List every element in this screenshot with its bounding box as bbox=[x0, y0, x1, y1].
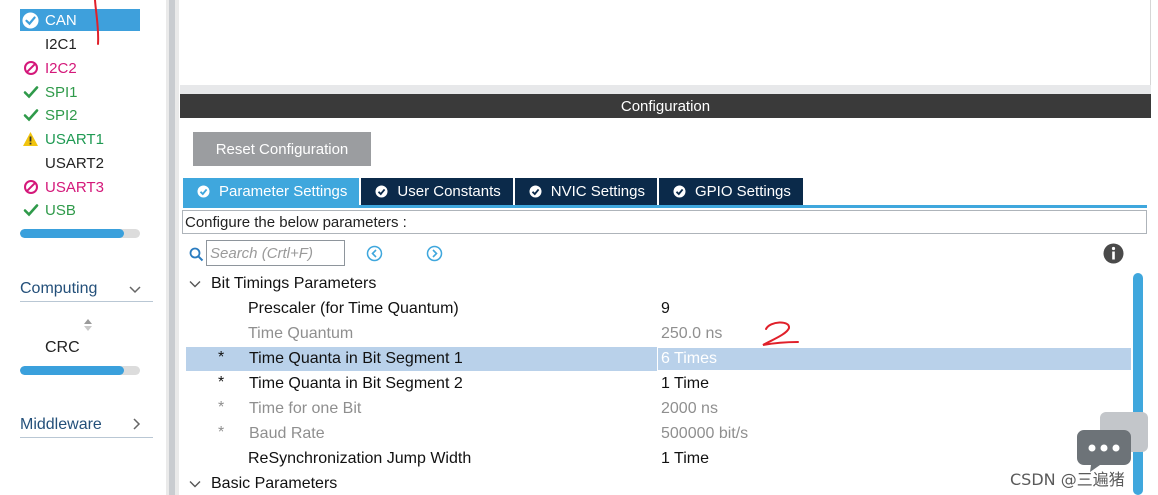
param-value[interactable]: 1 Time bbox=[661, 375, 709, 393]
category-label: Middleware bbox=[20, 415, 102, 433]
param-editable-mark: * bbox=[218, 349, 225, 366]
param-row-baud-rate[interactable]: * Baud Rate 500000 bit/s bbox=[186, 422, 1132, 446]
param-value: 250.0 ns bbox=[661, 325, 723, 342]
param-value-cell[interactable] bbox=[657, 347, 1132, 371]
sidebar-item-label: USART3 bbox=[45, 178, 104, 196]
mode-panel bbox=[180, 0, 1151, 85]
configuration-header: Configuration bbox=[180, 94, 1151, 118]
group-basic-parameters[interactable]: Basic Parameters bbox=[189, 473, 337, 495]
computing-scrollbar[interactable] bbox=[20, 366, 140, 375]
group-label: Basic Parameters bbox=[211, 475, 338, 492]
param-row-prescaler[interactable]: Prescaler (for Time Quantum) 9 bbox=[186, 297, 1132, 321]
check-circle-icon bbox=[529, 185, 542, 198]
tab-label: NVIC Settings bbox=[550, 183, 645, 200]
sidebar-item-label: USB bbox=[45, 201, 76, 219]
search-icon bbox=[189, 247, 204, 262]
param-value: 2000 ns bbox=[661, 400, 718, 417]
param-name: Time Quantum bbox=[248, 325, 354, 342]
sidebar-item-label: I2C1 bbox=[45, 35, 77, 53]
chevron-down-icon bbox=[189, 481, 201, 488]
group-label: Bit Timings Parameters bbox=[211, 275, 377, 292]
scrollbar-thumb[interactable] bbox=[20, 229, 125, 238]
warning-icon bbox=[22, 131, 39, 148]
sidebar-item-label: USART1 bbox=[45, 130, 104, 148]
connectivity-scrollbar[interactable] bbox=[20, 229, 140, 238]
category-label: Computing bbox=[20, 279, 98, 297]
tab-underline bbox=[183, 205, 1147, 208]
param-name: Prescaler (for Time Quantum) bbox=[248, 300, 459, 317]
param-row-time-quantum[interactable]: Time Quantum 250.0 ns bbox=[186, 322, 1132, 346]
tab-label: GPIO Settings bbox=[695, 183, 791, 200]
chevron-down-icon bbox=[129, 281, 141, 297]
pane-splitter[interactable] bbox=[166, 0, 179, 495]
search-previous-icon[interactable] bbox=[366, 245, 383, 262]
param-editable-mark: * bbox=[218, 374, 225, 391]
sidebar-item-can[interactable]: CAN bbox=[20, 9, 140, 31]
sidebar-item-i2c1[interactable]: I2C1 bbox=[20, 33, 140, 55]
annotation-mark-2 bbox=[762, 321, 799, 346]
sort-arrows-icon[interactable] bbox=[82, 318, 94, 332]
scrollbar-thumb[interactable] bbox=[20, 366, 125, 375]
search-next-icon[interactable] bbox=[426, 245, 443, 262]
param-value[interactable]: 6 Times bbox=[661, 350, 717, 368]
tab-nvic-settings[interactable]: NVIC Settings bbox=[514, 178, 657, 205]
param-editable-mark: * bbox=[218, 399, 225, 416]
param-editable-mark: * bbox=[218, 424, 225, 441]
check-circle-icon bbox=[197, 185, 210, 198]
check-circle-icon bbox=[673, 185, 686, 198]
category-middleware[interactable]: Middleware bbox=[20, 412, 153, 438]
sidebar-item-label: I2C2 bbox=[45, 59, 77, 77]
check-icon bbox=[22, 107, 39, 124]
reset-configuration-button[interactable]: Reset Configuration bbox=[193, 132, 371, 166]
tab-parameter-settings[interactable]: Parameter Settings bbox=[183, 178, 360, 205]
sidebar-item-usart1[interactable]: USART1 bbox=[20, 128, 140, 150]
category-computing[interactable]: Computing bbox=[20, 276, 153, 302]
check-icon bbox=[22, 84, 39, 101]
param-value[interactable]: 9 bbox=[661, 300, 670, 318]
sidebar-item-usart2[interactable]: USART2 bbox=[20, 152, 140, 174]
annotation-mark-1 bbox=[94, 0, 100, 45]
param-name: ReSynchronization Jump Width bbox=[248, 450, 472, 467]
tab-gpio-settings[interactable]: GPIO Settings bbox=[659, 178, 803, 205]
sidebar-item-label: USART2 bbox=[45, 154, 104, 172]
left-sidebar: CAN I2C1 I2C2 SPI1 SPI2 USART1 USART2 US… bbox=[0, 0, 166, 495]
check-circle-icon bbox=[375, 185, 388, 198]
tab-user-constants[interactable]: User Constants bbox=[361, 178, 513, 205]
tab-label: Parameter Settings bbox=[219, 183, 348, 200]
param-name: Time Quanta in Bit Segment 1 bbox=[249, 350, 463, 367]
disabled-icon bbox=[22, 179, 39, 196]
param-name: Time Quanta in Bit Segment 2 bbox=[249, 375, 463, 392]
param-row-time-for-one-bit[interactable]: * Time for one Bit 2000 ns bbox=[186, 397, 1132, 421]
param-row-resync-jump-width[interactable]: ReSynchronization Jump Width 1 Time bbox=[186, 447, 1132, 471]
sidebar-item-spi2[interactable]: SPI2 bbox=[20, 104, 140, 126]
sidebar-item-label: SPI1 bbox=[45, 83, 78, 101]
param-value: 500000 bit/s bbox=[661, 425, 749, 442]
config-tabs: Parameter Settings User Constants NVIC S… bbox=[183, 178, 805, 205]
param-name: Time for one Bit bbox=[249, 400, 362, 417]
check-icon bbox=[22, 202, 39, 219]
chevron-down-icon bbox=[189, 281, 201, 288]
chevron-right-icon bbox=[133, 417, 141, 433]
sidebar-item-usb[interactable]: USB bbox=[20, 199, 140, 221]
watermark: CSDN @三遍猪 bbox=[1010, 470, 1125, 489]
sidebar-item-label: SPI2 bbox=[45, 106, 78, 124]
param-value[interactable]: 1 Time bbox=[661, 450, 709, 468]
group-bit-timings[interactable]: Bit Timings Parameters bbox=[189, 273, 376, 295]
sidebar-item-crc[interactable]: CRC bbox=[45, 339, 80, 357]
description-box: Configure the below parameters : bbox=[182, 210, 1147, 234]
param-row-bit-segment-1[interactable]: * Time Quanta in Bit Segment 1 6 Times bbox=[186, 347, 1132, 371]
chat-bubble-icon[interactable] bbox=[1076, 410, 1150, 474]
param-name: Baud Rate bbox=[249, 425, 325, 442]
sidebar-item-usart3[interactable]: USART3 bbox=[20, 176, 140, 198]
disabled-icon bbox=[22, 60, 39, 77]
tab-label: User Constants bbox=[397, 183, 501, 200]
check-circle-icon bbox=[22, 12, 39, 29]
pane-divider[interactable] bbox=[180, 85, 1151, 94]
search-input[interactable] bbox=[206, 240, 345, 266]
sidebar-item-spi1[interactable]: SPI1 bbox=[20, 81, 140, 103]
sidebar-item-i2c2[interactable]: I2C2 bbox=[20, 57, 140, 79]
info-icon[interactable] bbox=[1103, 243, 1124, 264]
sidebar-item-label: CAN bbox=[45, 11, 77, 29]
param-row-bit-segment-2[interactable]: * Time Quanta in Bit Segment 2 1 Time bbox=[186, 372, 1132, 396]
